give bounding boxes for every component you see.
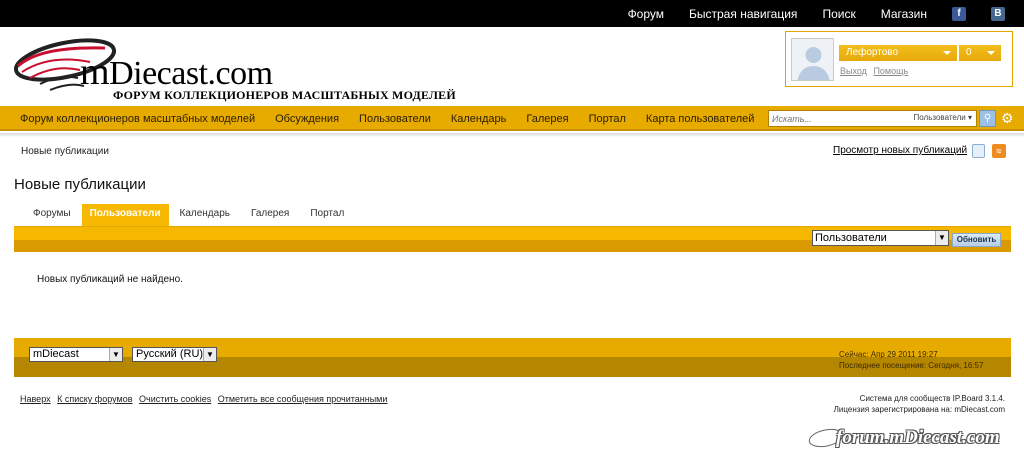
chevron-down-icon	[943, 51, 951, 55]
brand-tagline: ФОРУМ КОЛЛЕКЦИОНЕРОВ МАСШТАБНЫХ МОДЕЛЕЙ	[113, 88, 456, 102]
nav-item-forum[interactable]: Форум коллекционеров масштабных моделей	[10, 113, 265, 125]
facebook-icon[interactable]: f	[952, 6, 966, 21]
view-new-posts-link[interactable]: Просмотр новых публикаций	[833, 145, 967, 156]
tab-portal[interactable]: Портал	[300, 204, 354, 226]
main-nav-items: Форум коллекционеров масштабных моделей …	[10, 106, 764, 131]
vkontakte-icon[interactable]: B	[991, 6, 1005, 21]
top-link-forum[interactable]: Форум	[628, 7, 664, 21]
user-silhouette-icon	[792, 39, 833, 80]
nav-item-discussions[interactable]: Обсуждения	[265, 113, 349, 125]
rss-icon[interactable]: ≈	[992, 144, 1006, 158]
username-dropdown[interactable]: Лефортово	[839, 45, 957, 61]
current-time: Сейчас: Апр 29 2011 19:27	[839, 350, 938, 359]
site-logo[interactable]: mDiecast.com ФОРУМ КОЛЛЕКЦИОНЕРОВ МАСШТА…	[10, 36, 456, 104]
powered-by: Система для сообществ IP.Board 3.1.4. Ли…	[834, 393, 1005, 415]
license-line: Лицензия зарегистрирована на: mDiecast.c…	[833, 405, 1005, 414]
gear-icon[interactable]: ⚙	[1001, 110, 1014, 127]
filter-bar: Пользователи ▼ Обновить	[14, 226, 1011, 252]
tab-gallery[interactable]: Галерея	[241, 204, 299, 226]
chevron-down-icon: ▼	[935, 231, 948, 245]
user-links: Выход Помощь	[840, 66, 912, 76]
refresh-button[interactable]: Обновить	[952, 233, 1001, 247]
chevron-down-icon: ▼	[109, 348, 122, 361]
user-panel: Лефортово 0 Выход Помощь	[785, 31, 1013, 87]
page-icon[interactable]	[972, 144, 985, 158]
help-link[interactable]: Помощь	[873, 66, 908, 76]
content-type-select[interactable]: Пользователи ▼	[812, 230, 949, 246]
top-link-search[interactable]: Поиск	[822, 7, 855, 21]
skin-select[interactable]: mDiecast ▼	[29, 347, 123, 362]
top-bar: Форум Быстрая навигация Поиск Магазин f …	[0, 0, 1024, 27]
bottom-links: Наверх К списку форумов Очистить cookies…	[20, 394, 391, 404]
nav-item-user-map[interactable]: Карта пользователей	[636, 113, 764, 125]
tab-forums[interactable]: Форумы	[14, 204, 81, 226]
nav-item-calendar[interactable]: Календарь	[441, 113, 517, 125]
search-icon: ⚲	[983, 113, 992, 124]
search-scope-dropdown[interactable]: Пользователи ▾	[914, 113, 972, 122]
last-visit: Последнее посещение: Сегодня, 16:57	[839, 361, 984, 370]
nav-shadow	[0, 133, 1024, 137]
chevron-down-icon	[987, 51, 995, 55]
nav-item-gallery[interactable]: Галерея	[516, 113, 578, 125]
clear-cookies-link[interactable]: Очистить cookies	[139, 394, 211, 404]
breadcrumb[interactable]: Новые публикации	[21, 146, 109, 157]
nav-item-portal[interactable]: Портал	[579, 113, 636, 125]
watermark: forum.mDiecast.com	[806, 424, 1022, 454]
footer-bar: mDiecast ▼ Русский (RU) ▼ Сейчас: Апр 29…	[14, 338, 1011, 377]
chevron-down-icon: ▼	[203, 348, 216, 361]
powered-by-line: Система для сообществ IP.Board 3.1.4.	[859, 394, 1005, 403]
tab-calendar[interactable]: Календарь	[170, 204, 240, 226]
language-select[interactable]: Русский (RU) ▼	[132, 347, 217, 362]
no-results-message: Новых публикаций не найдено.	[37, 274, 183, 285]
tab-members[interactable]: Пользователи	[81, 204, 169, 226]
logout-link[interactable]: Выход	[840, 66, 867, 76]
main-nav: Форум коллекционеров масштабных моделей …	[0, 106, 1024, 131]
search-input[interactable]	[769, 111, 899, 126]
page-title: Новые публикации	[14, 176, 146, 193]
nav-item-members[interactable]: Пользователи	[349, 113, 441, 125]
forum-index-link[interactable]: К списку форумов	[57, 394, 132, 404]
content-tabs: Форумы Пользователи Календарь Галерея По…	[14, 204, 355, 226]
header: mDiecast.com ФОРУМ КОЛЛЕКЦИОНЕРОВ МАСШТА…	[0, 27, 1024, 106]
top-link-shop[interactable]: Магазин	[881, 7, 927, 21]
watermark-text: forum.mDiecast.com	[836, 427, 1000, 448]
top-links: Форум Быстрая навигация Поиск Магазин f …	[628, 0, 1024, 27]
notifications-dropdown[interactable]: 0	[959, 45, 1001, 61]
avatar[interactable]	[791, 38, 834, 81]
back-to-top-link[interactable]: Наверх	[20, 394, 51, 404]
time-stats: Сейчас: Апр 29 2011 19:27 Последнее посе…	[839, 349, 983, 371]
top-link-quick-nav[interactable]: Быстрая навигация	[689, 7, 797, 21]
search-button[interactable]: ⚲	[979, 110, 996, 127]
mark-all-read-link[interactable]: Отметить все сообщения прочитанными	[218, 394, 388, 404]
search-box: Пользователи ▾	[768, 110, 977, 127]
